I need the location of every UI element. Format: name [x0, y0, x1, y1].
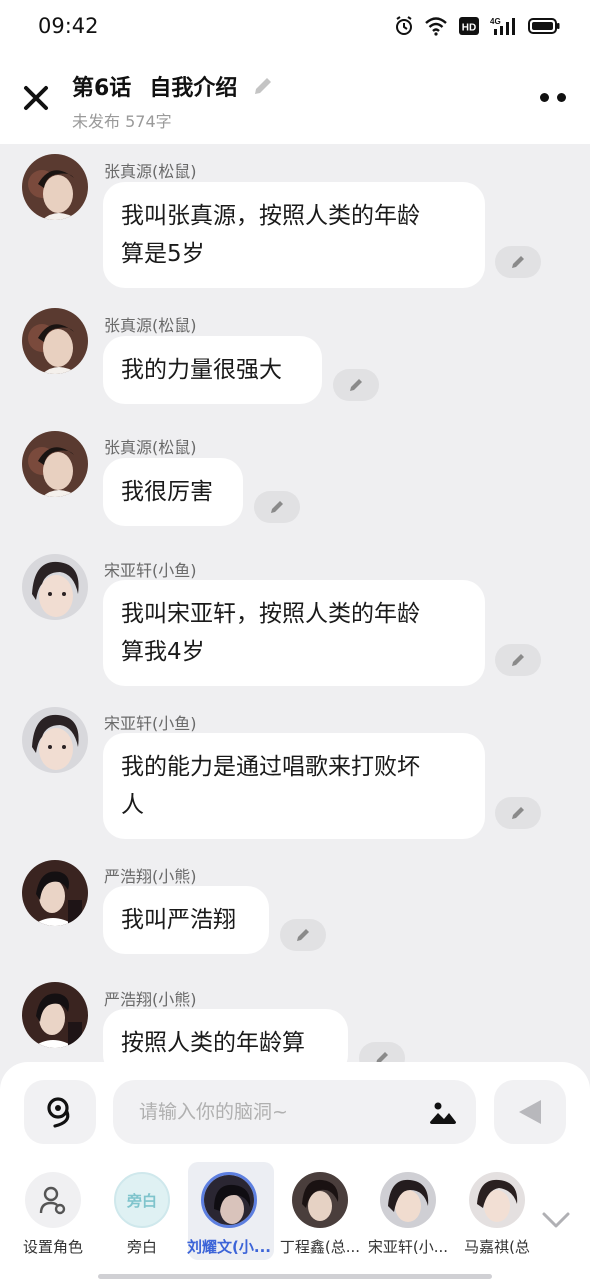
avatar-song[interactable]	[22, 707, 88, 773]
message-text: 我的能力是通过唱歌来打败坏 人	[121, 754, 420, 818]
role-set-roles[interactable]: 设置角色	[10, 1162, 96, 1262]
edit-title-icon[interactable]	[251, 74, 275, 98]
message-bubble[interactable]: 我的力量很强大	[103, 336, 322, 404]
svg-text:HD: HD	[462, 23, 476, 34]
role-label: 设置角色	[22, 1238, 83, 1256]
sender-name: 张真源(松鼠)	[104, 316, 197, 335]
wifi-icon	[425, 17, 447, 36]
message-bubble[interactable]: 我叫宋亚轩，按照人类的年龄 算我4岁	[103, 580, 485, 686]
message-text: 我叫严浩翔	[121, 907, 236, 933]
more-options-button[interactable]	[540, 90, 568, 104]
pencil-icon	[271, 501, 283, 513]
role-narration[interactable]: 旁白 旁白	[99, 1162, 185, 1262]
dot-icon	[557, 92, 566, 102]
role-song-yaxuan[interactable]: 宋亚轩(小...	[365, 1162, 451, 1262]
pencil-icon	[512, 807, 524, 819]
person-settings-icon	[39, 1186, 66, 1215]
avatar-zhang[interactable]	[22, 308, 88, 374]
status-time: 09:42	[38, 14, 99, 38]
role-ding-chengxin[interactable]: 丁程鑫(总...	[277, 1162, 363, 1262]
edit-message-button[interactable]	[495, 644, 541, 676]
message-bubble[interactable]: 我叫张真源，按照人类的年龄 算是5岁	[103, 182, 485, 288]
message-bubble[interactable]: 我的能力是通过唱歌来打败坏 人	[103, 733, 485, 839]
pencil-icon	[512, 654, 524, 666]
pencil-icon	[512, 256, 524, 268]
edit-message-button[interactable]	[359, 1042, 405, 1062]
avatar-song[interactable]	[22, 554, 88, 620]
edit-message-button[interactable]	[333, 369, 379, 401]
voice-button[interactable]	[24, 1080, 96, 1144]
role-avatar	[380, 1172, 436, 1228]
role-liu-yaowen[interactable]: 刘耀文(小...	[186, 1162, 274, 1262]
message-input[interactable]	[113, 1080, 413, 1144]
edit-message-button[interactable]	[280, 919, 326, 951]
send-button[interactable]	[494, 1080, 566, 1144]
message-text: 我叫宋亚轩，按照人类的年龄 算我4岁	[121, 601, 420, 665]
status-bar: 09:42 HD 4G	[0, 0, 590, 52]
sender-name: 严浩翔(小熊)	[104, 990, 197, 1009]
pencil-icon	[376, 1052, 388, 1062]
role-label: 丁程鑫(总...	[279, 1238, 361, 1256]
hd-icon: HD	[459, 17, 479, 35]
role-avatar	[25, 1172, 81, 1228]
title-row[interactable]: 第6话 自我介绍	[72, 70, 275, 102]
chat-list[interactable]: 张真源(松鼠) 我叫张真源，按照人类的年龄 算是5岁 张真源(松鼠) 我的力量很…	[0, 144, 590, 1062]
message-bubble[interactable]: 我很厉害	[103, 458, 243, 526]
episode-number: 第6话	[72, 76, 132, 101]
sender-name: 严浩翔(小熊)	[104, 867, 197, 886]
message-text: 我叫张真源，按照人类的年龄 算是5岁	[121, 203, 420, 267]
chevron-down-icon[interactable]	[540, 1210, 572, 1230]
sender-name: 张真源(松鼠)	[104, 438, 197, 457]
editor-header: 第6话 自我介绍 未发布 574字	[0, 52, 590, 144]
voice-icon	[47, 1097, 70, 1128]
dot-icon	[540, 92, 549, 102]
role-selector: 设置角色 旁白 旁白 刘耀文(小... 丁程鑫(总... 宋亚轩(小... 马嘉…	[0, 1162, 590, 1272]
pencil-icon	[297, 929, 309, 941]
sender-name: 宋亚轩(小鱼)	[104, 561, 197, 580]
message-bubble[interactable]: 我叫严浩翔	[103, 886, 269, 954]
message-bubble[interactable]: 按照人类的年龄算	[103, 1009, 348, 1062]
role-label: 马嘉祺(总	[464, 1238, 530, 1256]
publish-status: 未发布 574字	[72, 112, 172, 131]
role-label: 旁白	[126, 1238, 157, 1256]
signal-icon: 4G	[490, 17, 515, 35]
role-avatar	[292, 1172, 348, 1228]
alarm-icon	[396, 16, 412, 35]
sender-name: 张真源(松鼠)	[104, 162, 197, 181]
close-icon[interactable]	[20, 82, 52, 114]
sender-name: 宋亚轩(小鱼)	[104, 714, 197, 733]
role-label: 刘耀文(小...	[187, 1238, 271, 1256]
image-icon[interactable]	[428, 1098, 458, 1126]
role-avatar	[201, 1172, 257, 1228]
edit-message-button[interactable]	[495, 797, 541, 829]
role-avatar: 旁白	[114, 1172, 170, 1228]
composer-panel: 设置角色 旁白 旁白 刘耀文(小...	[0, 1062, 590, 1280]
edit-message-button[interactable]	[495, 246, 541, 278]
narration-avatar-text: 旁白	[126, 1191, 157, 1210]
role-ma-jiaqi[interactable]: 马嘉祺(总	[454, 1162, 540, 1262]
send-icon	[519, 1100, 541, 1124]
battery-icon	[528, 18, 560, 34]
message-text: 我的力量很强大	[121, 357, 282, 383]
role-label: 宋亚轩(小...	[367, 1238, 449, 1256]
status-icons: HD 4G	[394, 14, 560, 38]
edit-message-button[interactable]	[254, 491, 300, 523]
pencil-icon	[350, 379, 362, 391]
episode-title: 自我介绍	[149, 76, 238, 101]
avatar-yan[interactable]	[22, 860, 88, 926]
role-avatar	[469, 1172, 525, 1228]
svg-text:4G: 4G	[490, 17, 501, 26]
avatar-zhang[interactable]	[22, 431, 88, 497]
avatar-yan[interactable]	[22, 982, 88, 1048]
avatar-zhang[interactable]	[22, 154, 88, 220]
message-text: 我很厉害	[121, 479, 213, 505]
message-text: 按照人类的年龄算	[121, 1030, 305, 1056]
message-input-box	[113, 1080, 476, 1144]
home-indicator	[98, 1274, 492, 1279]
